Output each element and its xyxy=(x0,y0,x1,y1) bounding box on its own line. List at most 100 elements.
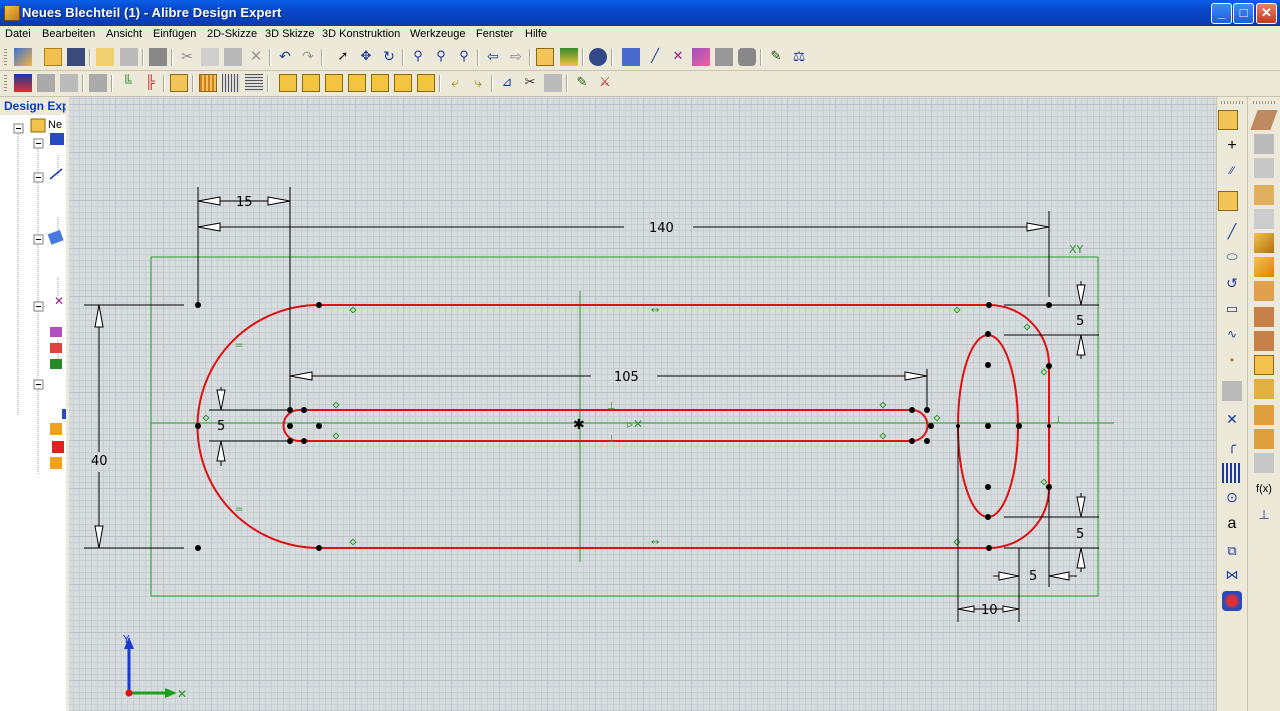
contour-flange-icon[interactable] xyxy=(1254,209,1274,229)
unfold-icon[interactable] xyxy=(1254,453,1274,473)
point-snap-icon[interactable]: • xyxy=(1222,353,1242,373)
pan-icon[interactable]: ✥ xyxy=(357,48,375,66)
view-back-icon[interactable] xyxy=(302,74,320,92)
zoom-window-icon[interactable]: ⚲ xyxy=(432,48,450,66)
bend-relief-icon[interactable] xyxy=(1254,331,1274,351)
unbend-icon[interactable]: ⤷ xyxy=(469,74,487,92)
fillet-tool-icon[interactable]: ╭ xyxy=(1222,437,1242,457)
table-icon[interactable] xyxy=(715,48,733,66)
bend-icon[interactable]: ⤶ xyxy=(446,74,464,92)
sketch-mode-icon[interactable] xyxy=(536,48,554,66)
sketch-canvas[interactable]: XY ✱ ▹✕ = = ↔ ↔ ⊥ ⊥ ⊥ 15 140 105 40 5 5 … xyxy=(69,97,1216,711)
hem-icon[interactable] xyxy=(1254,281,1274,301)
print-preview-icon[interactable] xyxy=(120,48,138,66)
snap-grid-icon[interactable] xyxy=(222,74,240,92)
text-tool-icon[interactable]: a xyxy=(1222,515,1242,535)
keyboard-icon[interactable] xyxy=(1222,381,1242,401)
save-icon[interactable] xyxy=(67,48,85,66)
extrude-icon[interactable] xyxy=(1254,233,1274,253)
construction-line-icon[interactable]: ⁄⁄ xyxy=(1222,165,1242,185)
edge-flange-icon[interactable] xyxy=(1254,158,1274,178)
open-icon[interactable] xyxy=(96,48,114,66)
close-button[interactable]: ✕ xyxy=(1256,3,1277,24)
analyze-icon[interactable]: ⚔ xyxy=(596,74,614,92)
exit-sketch-icon[interactable] xyxy=(560,48,578,66)
cut-feature-icon[interactable] xyxy=(1254,355,1274,375)
menu-einfuegen[interactable]: Einfügen xyxy=(153,28,196,40)
menu-3d-skizze[interactable]: 3D Skizze xyxy=(265,28,315,40)
view-iso-icon[interactable] xyxy=(417,74,435,92)
show-constraints-icon[interactable] xyxy=(37,74,55,92)
trim-tool-icon[interactable]: ✕ xyxy=(1222,411,1242,431)
zoom-fit-icon[interactable]: ⚲ xyxy=(455,48,473,66)
circular-pattern-icon[interactable]: ⊙ xyxy=(1222,489,1242,509)
tree-root-label[interactable]: Ne xyxy=(48,119,63,131)
select-icon[interactable]: ➚ xyxy=(334,48,352,66)
previous-view-icon[interactable]: ⇦ xyxy=(484,48,502,66)
grid-settings-icon[interactable] xyxy=(245,74,263,92)
csys-icon[interactable] xyxy=(692,48,710,66)
line-tool-icon[interactable]: ╱ xyxy=(1222,223,1242,243)
toolbar-grip[interactable] xyxy=(4,75,7,92)
rotate-icon[interactable]: ↻ xyxy=(380,48,398,66)
redo-icon[interactable]: ↷ xyxy=(299,48,317,66)
maximize-button[interactable]: □ xyxy=(1233,3,1254,24)
arc-tool-icon[interactable]: ↺ xyxy=(1222,275,1242,295)
view-left-icon[interactable] xyxy=(325,74,343,92)
view-bottom-icon[interactable] xyxy=(394,74,412,92)
render-icon[interactable] xyxy=(589,48,607,66)
eraser-icon[interactable] xyxy=(544,74,562,92)
sheet-metal-base-icon[interactable] xyxy=(1250,110,1278,130)
view-front-icon[interactable] xyxy=(279,74,297,92)
hide-icon[interactable] xyxy=(738,48,756,66)
minimize-button[interactable]: _ xyxy=(1211,3,1232,24)
sketch-analysis-icon[interactable] xyxy=(1222,591,1242,611)
menu-bearbeiten[interactable]: Bearbeiten xyxy=(42,28,95,40)
sketch-viewport[interactable]: XY ✱ ▹✕ = = ↔ ↔ ⊥ ⊥ ⊥ 15 140 105 40 5 5 … xyxy=(69,97,1216,711)
equation-editor-icon[interactable]: f(x) xyxy=(1254,479,1274,499)
spline-tool-icon[interactable]: ∿ xyxy=(1222,327,1242,347)
measure-icon[interactable]: ✎ xyxy=(767,48,785,66)
pattern-tool-icon[interactable] xyxy=(1222,463,1242,483)
new-icon[interactable] xyxy=(14,48,32,66)
revolve-icon[interactable] xyxy=(1254,257,1274,277)
point-tool-icon[interactable]: + xyxy=(1222,137,1242,157)
tools-icon[interactable]: ✂ xyxy=(521,74,539,92)
jog-icon[interactable] xyxy=(1254,307,1274,327)
plane-icon[interactable] xyxy=(622,48,640,66)
cut-icon[interactable]: ✂ xyxy=(178,48,196,66)
menu-2d-skizze[interactable]: 2D-Skizze xyxy=(207,28,257,40)
section-icon[interactable]: ⊿ xyxy=(498,74,516,92)
flange-icon[interactable] xyxy=(1254,134,1274,154)
menu-werkzeuge[interactable]: Werkzeuge xyxy=(410,28,465,40)
copy-icon[interactable] xyxy=(201,48,219,66)
corner-relief-icon[interactable] xyxy=(1254,405,1274,425)
tab-icon[interactable] xyxy=(1254,185,1274,205)
menu-datei[interactable]: Datei xyxy=(5,28,31,40)
edit-icon[interactable]: ✎ xyxy=(573,74,591,92)
zoom-icon[interactable]: ⚲ xyxy=(409,48,427,66)
hole-icon[interactable] xyxy=(1254,379,1274,399)
constraint-icon[interactable] xyxy=(14,74,32,92)
snap-icon[interactable] xyxy=(170,74,188,92)
grid-icon[interactable] xyxy=(199,74,217,92)
sketch-select-icon[interactable] xyxy=(1218,110,1238,130)
toolbar-grip[interactable] xyxy=(4,49,7,66)
rectangle-tool-icon[interactable]: ▭ xyxy=(1222,301,1242,321)
menu-hilfe[interactable]: Hilfe xyxy=(525,28,547,40)
open-folder-icon[interactable] xyxy=(44,48,62,66)
next-view-icon[interactable]: ⇨ xyxy=(507,48,525,66)
view-top-icon[interactable] xyxy=(371,74,389,92)
paste-icon[interactable] xyxy=(224,48,242,66)
hide-constraints-icon[interactable] xyxy=(60,74,78,92)
menu-3d-konstruktion[interactable]: 3D Konstruktion xyxy=(322,28,400,40)
measure-tool-icon[interactable]: ⊥ xyxy=(1254,507,1274,527)
point-icon[interactable]: ✕ xyxy=(669,48,687,66)
view-right-icon[interactable] xyxy=(348,74,366,92)
reference-icon[interactable]: ╠ xyxy=(141,74,159,92)
ellipse-tool-icon[interactable]: ⬭ xyxy=(1222,249,1242,269)
menu-ansicht[interactable]: Ansicht xyxy=(106,28,142,40)
camera-icon[interactable] xyxy=(89,74,107,92)
axis-icon[interactable]: ╱ xyxy=(646,48,664,66)
dimension-tool-icon[interactable] xyxy=(1218,191,1238,211)
